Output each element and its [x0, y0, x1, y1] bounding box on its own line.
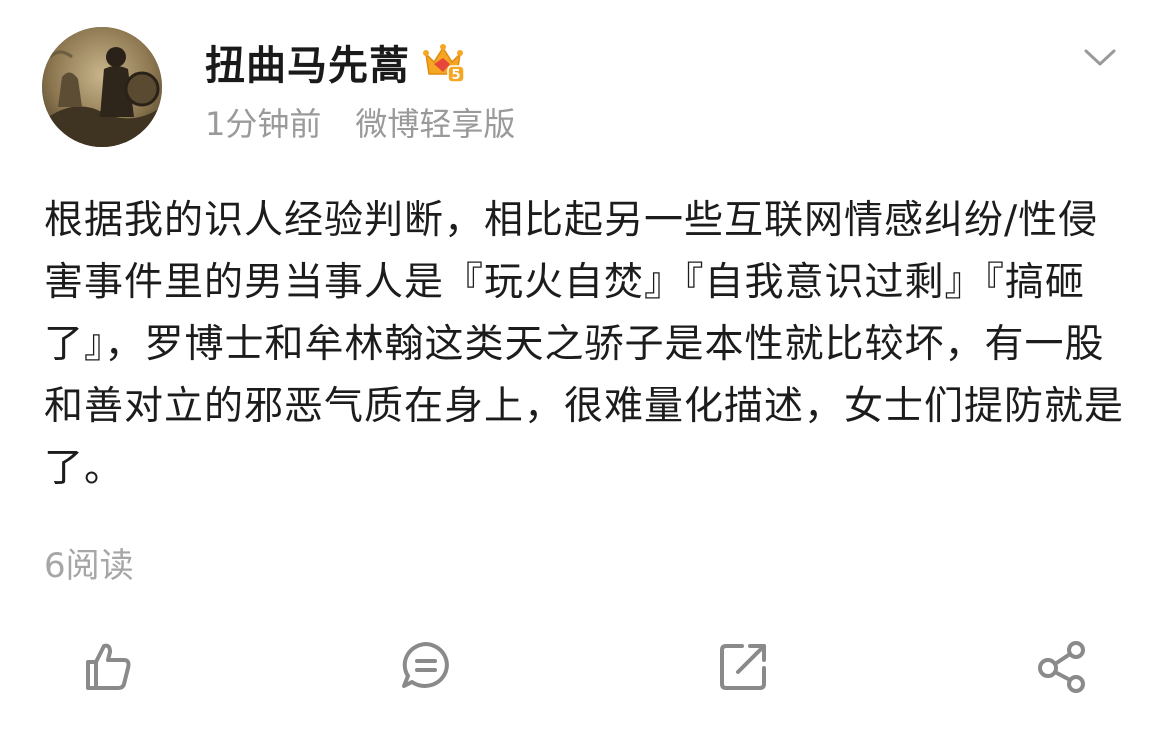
author-name[interactable]: 扭曲马先蒿	[205, 33, 410, 91]
weibo-post-card: 扭曲马先蒿 5 1分钟前 微博轻享版 根据我的识人经验判断，相比起另一些互联网情…	[0, 0, 1170, 738]
post-meta: 1分钟前 微博轻享版	[205, 98, 515, 146]
post-time: 1分钟前	[205, 105, 322, 143]
vip-level: 5	[451, 68, 460, 83]
repost-icon	[720, 644, 766, 690]
comment-button[interactable]	[396, 636, 456, 696]
share-button[interactable]	[1032, 636, 1092, 696]
read-count: 6阅读	[44, 546, 134, 586]
author-avatar[interactable]	[42, 27, 162, 147]
vip-crown-icon[interactable]: 5	[420, 40, 466, 84]
comment-icon	[402, 642, 449, 688]
action-bar	[0, 636, 1170, 700]
chevron-down-icon	[1084, 49, 1116, 66]
thumbs-up-icon	[86, 643, 131, 690]
repost-button[interactable]	[714, 636, 774, 696]
share-icon	[1038, 641, 1085, 693]
post-source[interactable]: 微博轻享版	[355, 99, 515, 145]
author-row: 扭曲马先蒿 5	[205, 34, 466, 90]
avatar-image	[42, 27, 162, 147]
like-button[interactable]	[78, 636, 138, 696]
more-options-button[interactable]	[1080, 42, 1120, 74]
post-text: 根据我的识人经验判断，相比起另一些互联网情感纠纷/性侵害事件里的男当事人是『玩火…	[44, 198, 1125, 491]
